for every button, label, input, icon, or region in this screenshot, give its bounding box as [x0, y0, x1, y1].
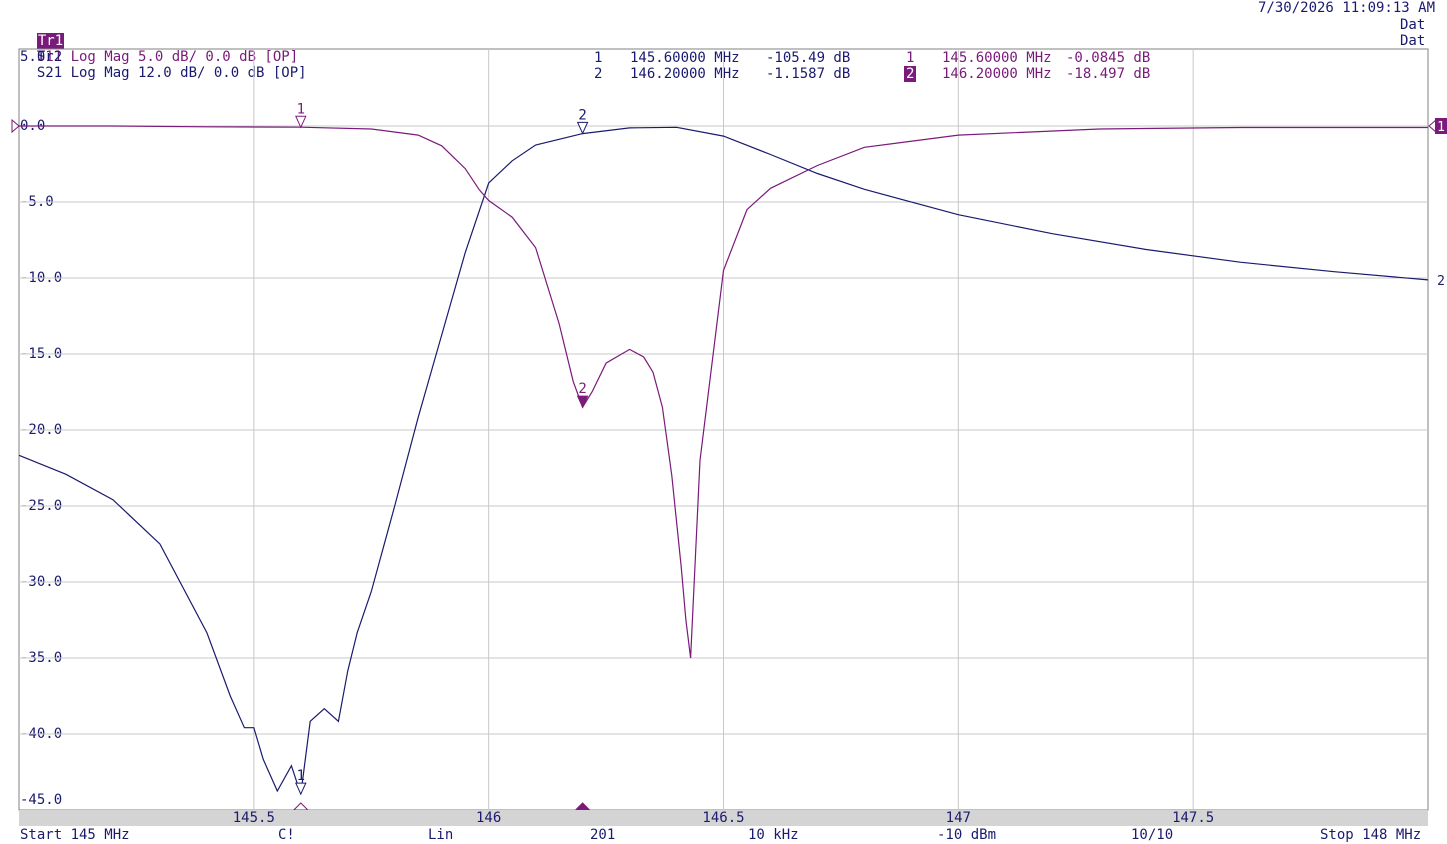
x-tick-label: 145.5 [232, 810, 275, 826]
reference-right-icon [1428, 118, 1437, 134]
marker-label: 2 [578, 381, 586, 397]
marker-label: 1 [297, 768, 305, 784]
marker-label: 1 [297, 101, 305, 117]
reference-left-icon [11, 118, 20, 134]
reference-label-trace1: 1 [1437, 120, 1445, 135]
stop-frequency[interactable]: Stop 148 MHz [1320, 827, 1421, 843]
stimulus-marker-1 [292, 802, 310, 811]
plot-area[interactable]: 1 2 1 2 1 2 [0, 0, 1447, 844]
reference-label-trace2: 2 [1437, 274, 1445, 289]
channel-status: C! [278, 827, 295, 843]
x-tick-label: 147 [945, 810, 971, 826]
marker-triangle [576, 121, 589, 135]
x-tick-label: 146 [476, 810, 502, 826]
marker-triangle [295, 782, 307, 796]
marker-label: 2 [578, 107, 586, 123]
start-frequency[interactable]: Start 145 MHz [20, 827, 130, 843]
x-tick-label: 147.5 [1172, 810, 1215, 826]
x-tick-label: 146.5 [702, 810, 745, 826]
sweep-type[interactable]: Lin [428, 827, 453, 843]
averaging-count[interactable]: 10/10 [1131, 827, 1173, 843]
sweep-points[interactable]: 201 [590, 827, 615, 843]
stimulus-marker-2 [574, 802, 591, 811]
source-power[interactable]: -10 dBm [937, 827, 996, 843]
if-bandwidth[interactable]: 10 kHz [748, 827, 799, 843]
